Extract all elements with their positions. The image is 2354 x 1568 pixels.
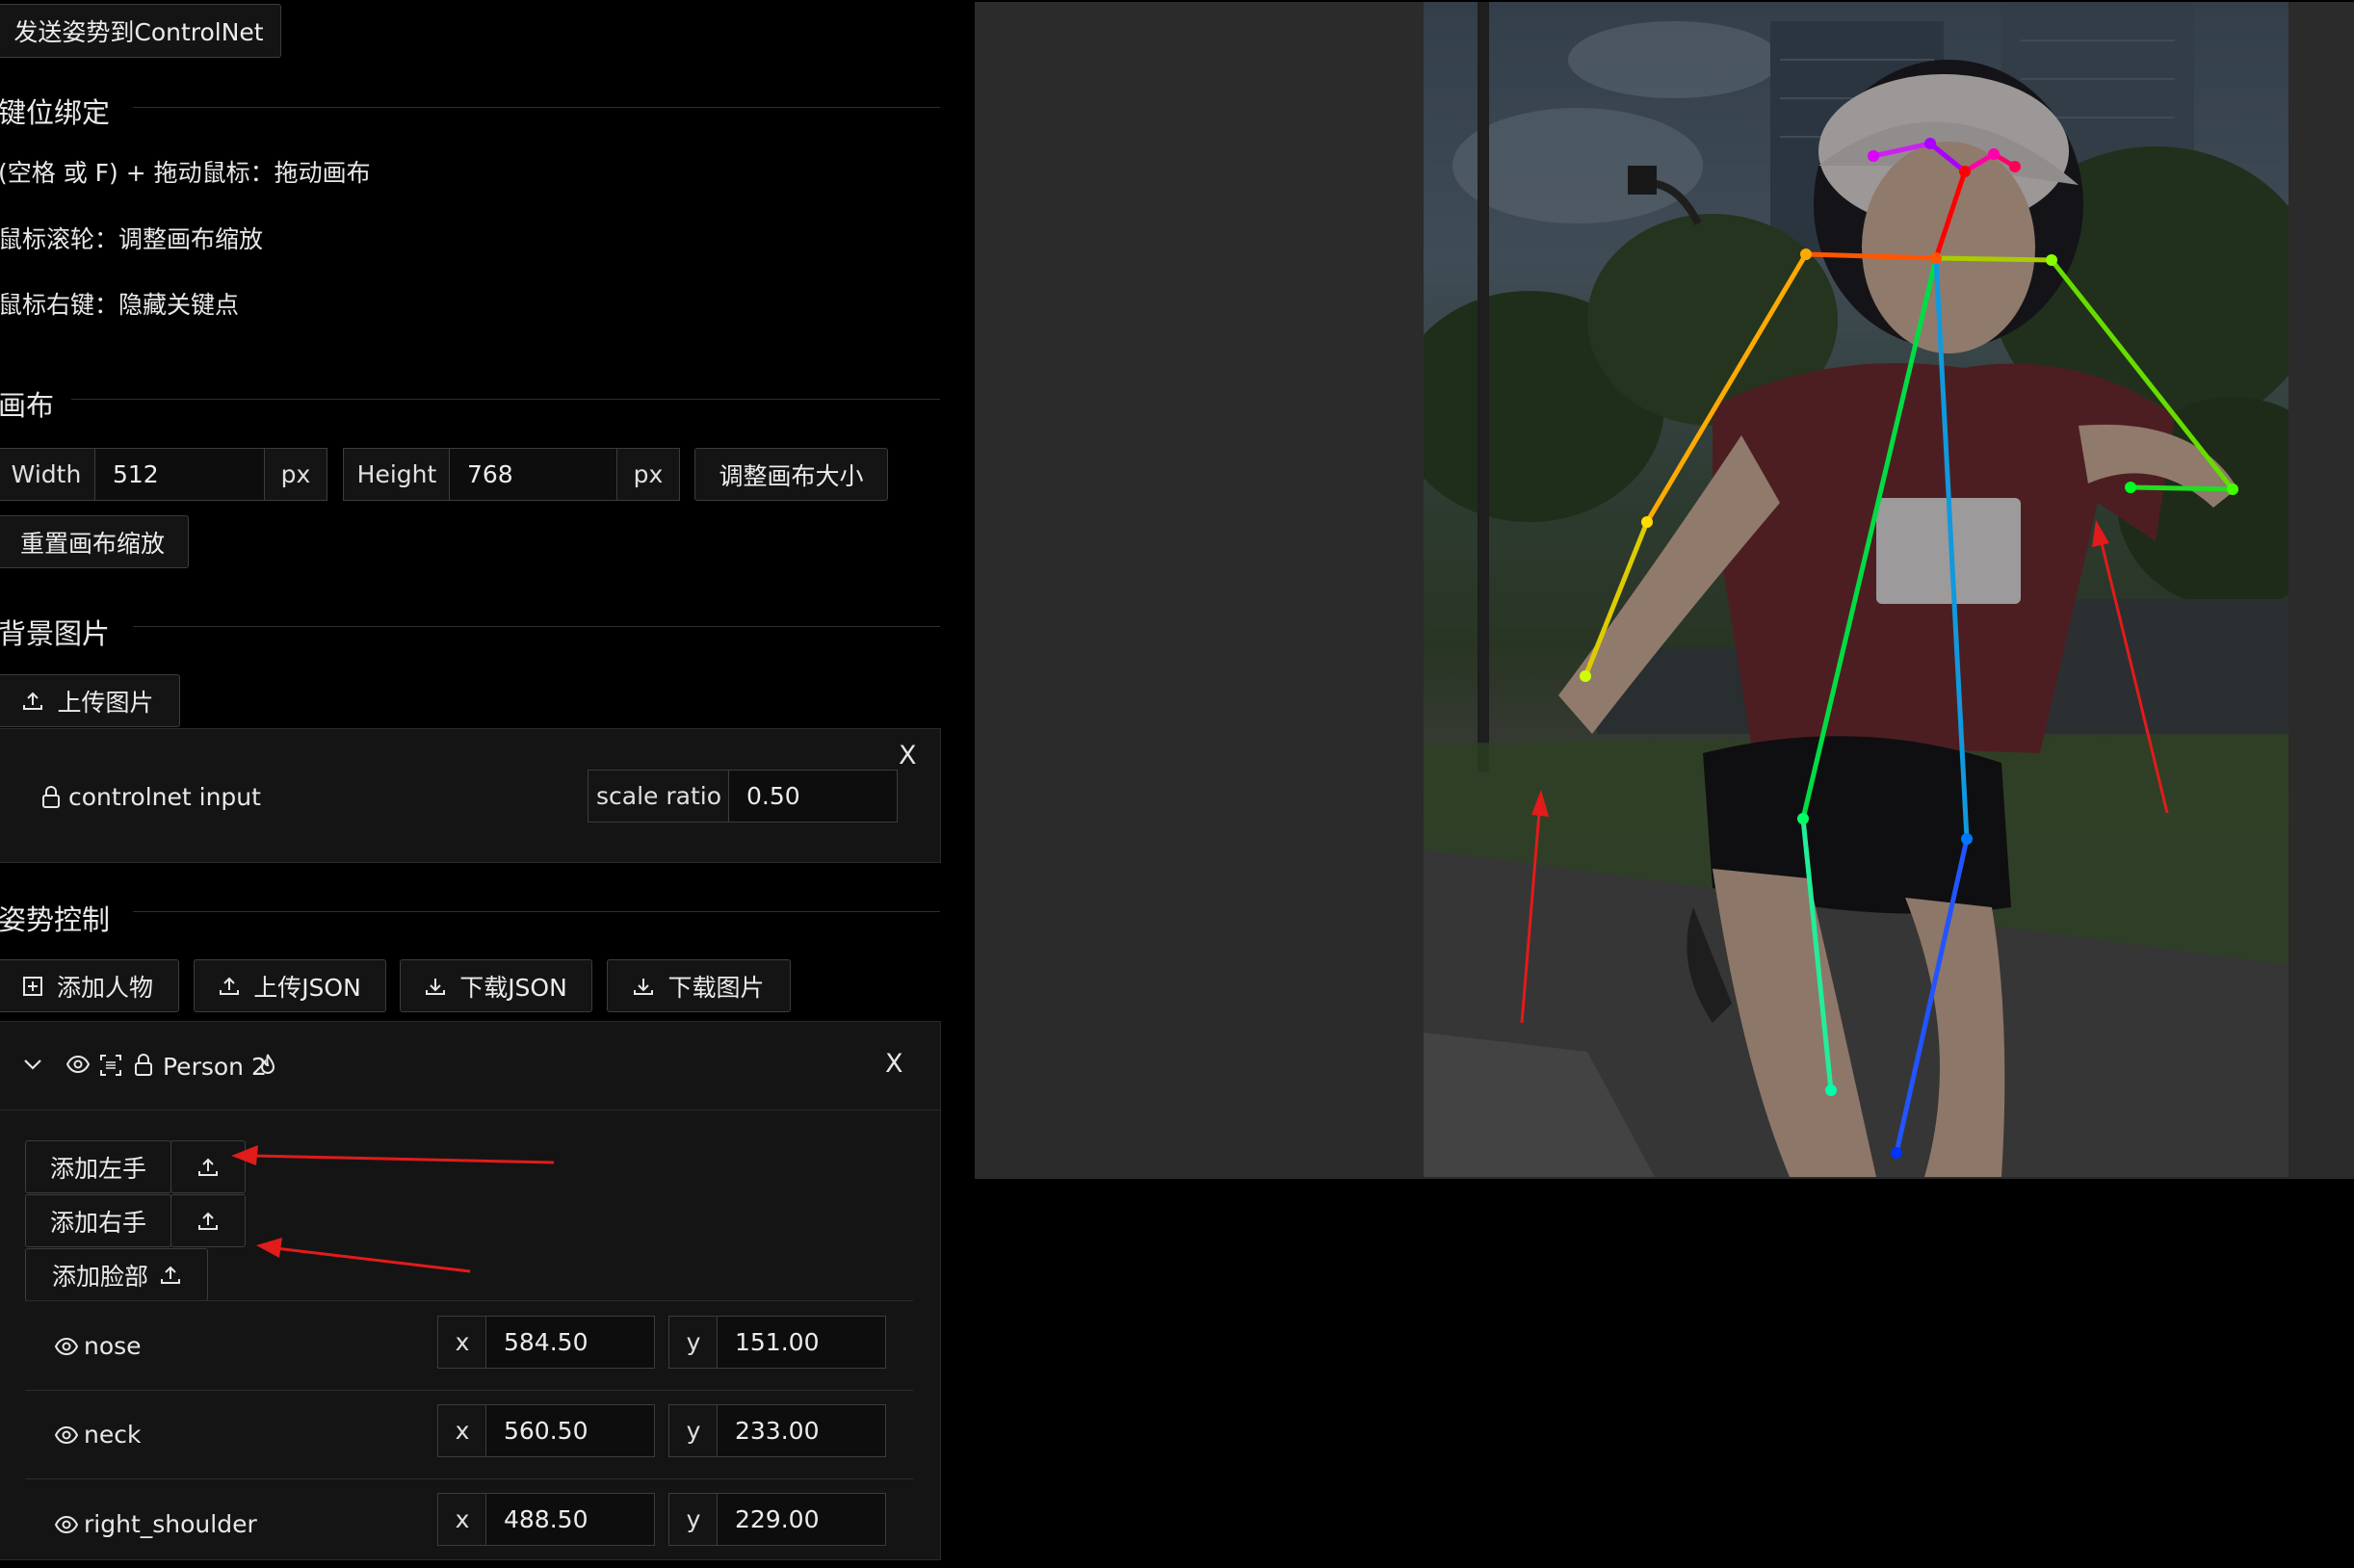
annotation-arrow: [256, 1238, 471, 1273]
annotation-arrow: [231, 1145, 555, 1165]
annotation-arrow: [2092, 520, 2169, 814]
annotation-arrow: [1520, 790, 1549, 1024]
annotation-arrows: [1520, 520, 2169, 1024]
annotation-arrows: [231, 1145, 555, 1273]
pose-canvas[interactable]: [975, 2, 2354, 1179]
